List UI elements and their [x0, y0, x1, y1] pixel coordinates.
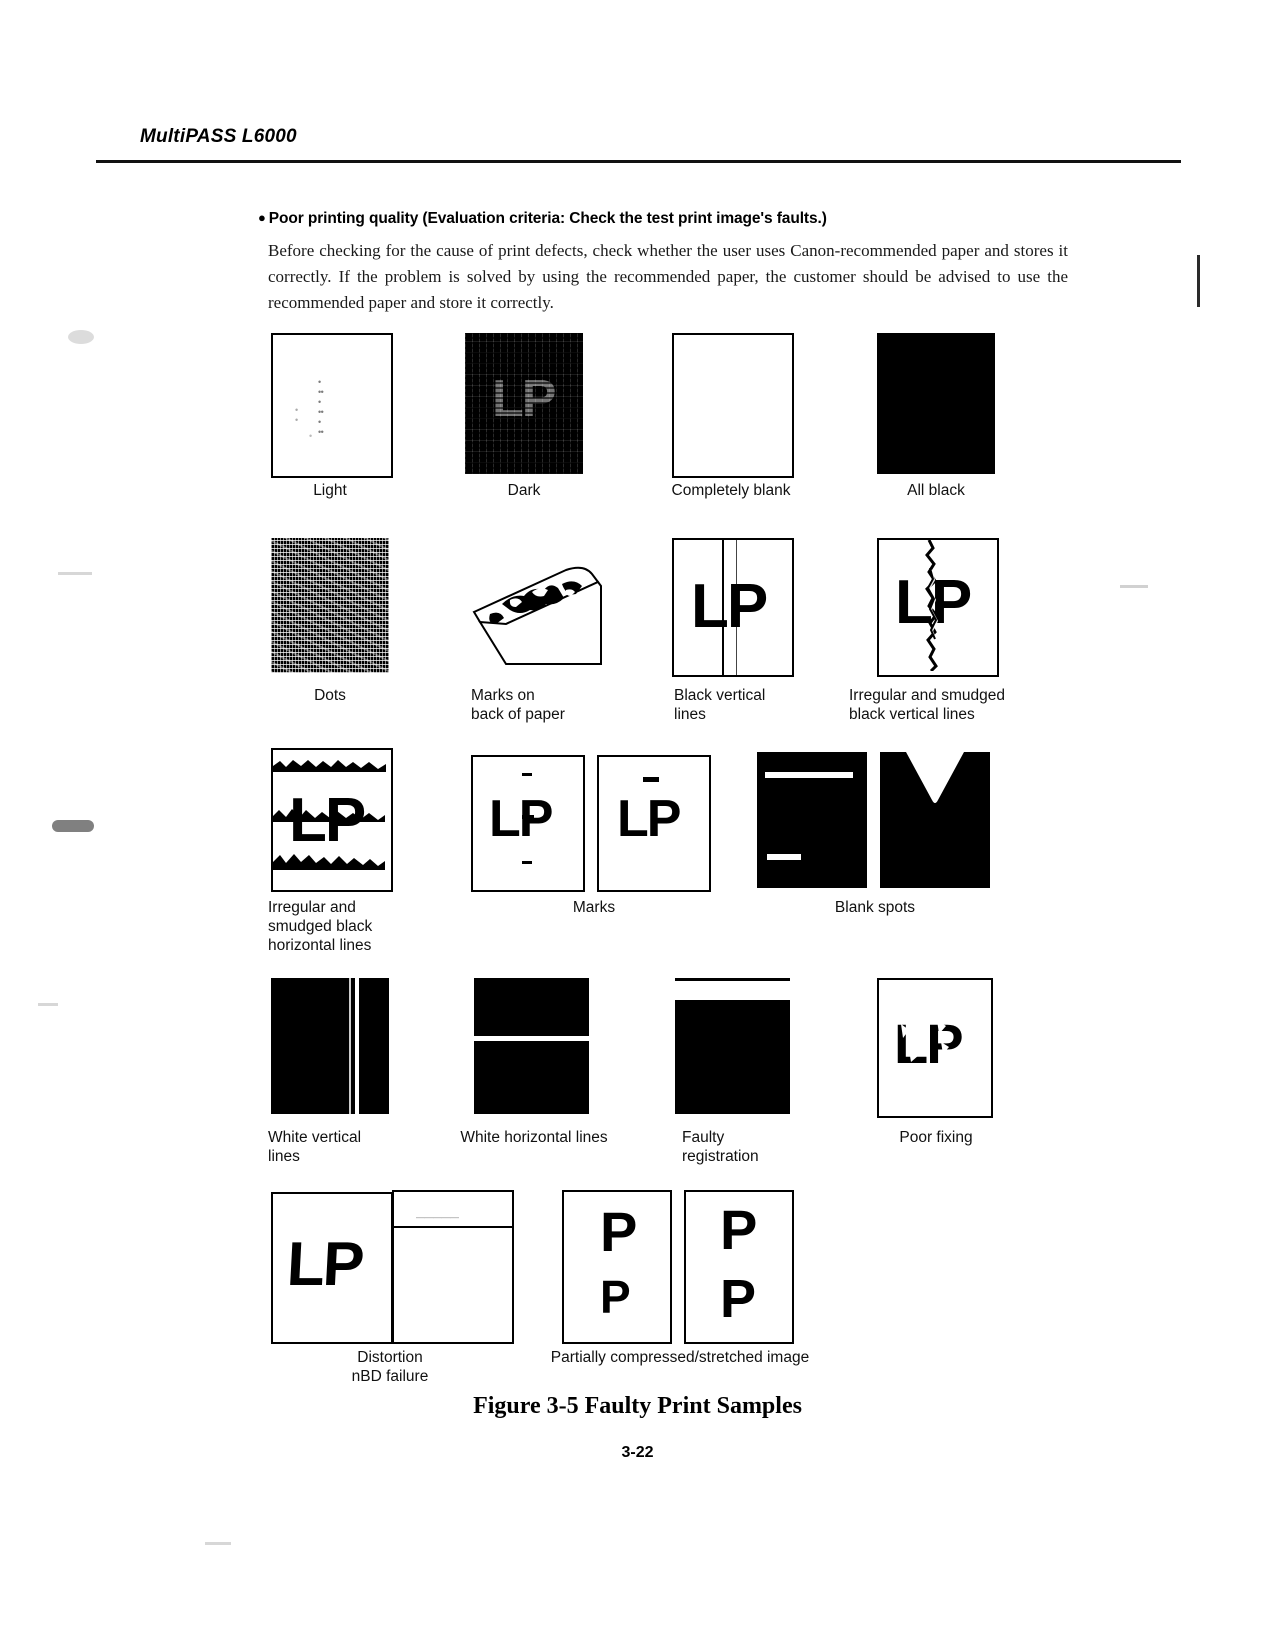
white-horizontal-line	[474, 1036, 589, 1041]
sample-poor-fixing: LP	[877, 978, 993, 1118]
caption-compressed-stretched: Partially compressed/stretched image	[550, 1349, 810, 1366]
caption-poor-fixing: Poor fixing	[899, 1129, 973, 1146]
caption-white-vertical-lines: White vertical lines	[268, 1129, 362, 1165]
faint-print-marks: •	[309, 431, 312, 441]
caption-black-vertical-lines: Black vertical lines	[674, 687, 766, 723]
sample-distortion: LP	[271, 1192, 393, 1344]
sample-p-text-top: P	[600, 1200, 637, 1263]
mark-dash	[643, 777, 659, 782]
blank-wedge	[906, 752, 964, 803]
faint-print-marks: • •	[295, 405, 298, 425]
nbd-faint-text: —————	[416, 1212, 459, 1222]
curled-paper-illustration	[472, 566, 602, 665]
faint-print-marks: • •• • •• • ••	[318, 377, 324, 437]
sample-lp-text: LP	[285, 1230, 365, 1299]
sample-p-text-bottom: P	[720, 1269, 756, 1329]
sample-marks-1: LP	[471, 755, 585, 892]
sample-irregular-smudged-horizontal: LP	[271, 748, 393, 892]
white-vertical-line	[355, 978, 359, 1114]
figure-title: Figure 3-5 Faulty Print Samples	[473, 1393, 802, 1419]
sample-dots	[271, 538, 389, 673]
caption-marks-on-back: Marks on back of paper	[471, 687, 565, 723]
sample-completely-blank	[672, 333, 794, 478]
sample-p-text-top: P	[720, 1198, 757, 1261]
caption-light: Light	[313, 482, 347, 499]
sample-white-vertical-lines	[271, 978, 389, 1114]
dots-noise-texture	[271, 538, 389, 673]
sample-lp-text: LP	[289, 786, 366, 855]
sample-nbd-failure: —————	[392, 1190, 514, 1344]
caption-faulty-registration: Faulty registration	[682, 1129, 759, 1165]
sample-stretched-image: P P	[684, 1190, 794, 1344]
registration-edge	[675, 978, 790, 981]
caption-irregular-smudged-horizontal: Irregular and smudged black horizontal l…	[268, 899, 373, 954]
caption-irregular-smudged-vertical: Irregular and smudged black vertical lin…	[849, 687, 1005, 723]
sample-light: • •• • •• • •• • • •	[271, 333, 393, 478]
mark-dash	[522, 861, 532, 864]
sample-blank-spots-2	[880, 752, 990, 888]
sample-irregular-smudged-vertical: LP	[877, 538, 999, 677]
sample-faulty-registration	[675, 978, 790, 1114]
sample-compressed-image: P P	[562, 1190, 672, 1344]
sample-white-horizontal-lines	[474, 978, 589, 1114]
caption-all-black: All black	[907, 482, 965, 499]
caption-blank-spots: Blank spots	[834, 899, 916, 916]
sample-lp-text: LP	[617, 790, 681, 848]
sample-marks-2: LP	[597, 755, 711, 892]
caption-distortion-nbd: Distortion nBD failure	[351, 1349, 429, 1385]
dark-overlay	[465, 333, 583, 474]
sample-p-text-bottom: P	[600, 1271, 631, 1323]
smudge-vertical-overlay	[926, 567, 939, 641]
sample-marks-on-back	[466, 560, 616, 672]
sample-all-black	[877, 333, 995, 474]
sample-lp-text: LP	[691, 572, 768, 641]
caption-completely-blank: Completely blank	[671, 482, 791, 499]
sample-blank-spots-1	[757, 752, 867, 888]
caption-white-horizontal-lines: White horizontal lines	[460, 1129, 608, 1146]
sample-black-vertical-lines: LP	[672, 538, 794, 677]
page-number: 3-22	[621, 1444, 654, 1461]
white-vertical-line	[349, 978, 351, 1114]
mark-dash	[522, 773, 532, 776]
blank-streak	[765, 772, 853, 778]
blank-streak	[767, 854, 801, 860]
fixing-flake-overlay	[901, 1020, 949, 1077]
sample-lp-text: LP	[489, 790, 553, 848]
caption-marks: Marks	[572, 899, 616, 916]
caption-dark: Dark	[507, 482, 541, 499]
registration-gap	[675, 978, 790, 1000]
caption-dots: Dots	[314, 687, 346, 704]
document-page: MultiPASS L6000 ● Poor printing quality (…	[0, 0, 1275, 1650]
sample-dark: LP	[465, 333, 583, 474]
nbd-line	[394, 1226, 512, 1228]
